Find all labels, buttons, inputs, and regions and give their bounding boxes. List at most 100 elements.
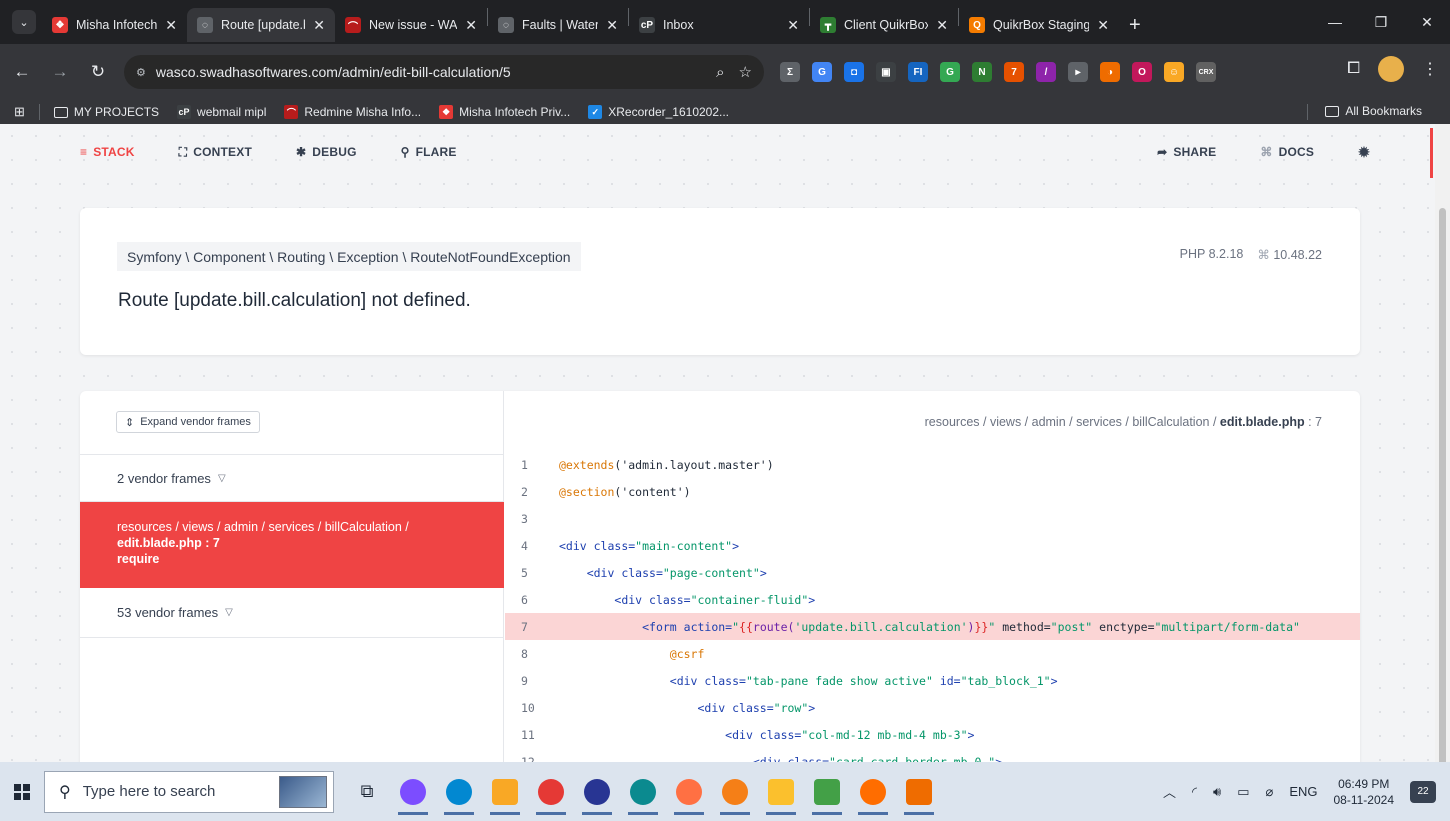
tab-search-button[interactable]: ⌄	[12, 10, 36, 34]
taskbar-app-eclipse[interactable]	[574, 762, 620, 821]
line-number: 3	[521, 511, 528, 526]
taskbar-app-chrome-canary[interactable]	[712, 762, 758, 821]
taskbar-app-task-view[interactable]: ⧉	[344, 762, 390, 821]
back-icon[interactable]: ←	[6, 56, 38, 88]
browser-tab[interactable]: ❖ Misha Infotech P ✕	[42, 8, 187, 42]
taskbar-app-copilot[interactable]	[390, 762, 436, 821]
taskbar-app-file-explorer[interactable]	[482, 762, 528, 821]
nav-flare[interactable]: ⚲ FLARE	[401, 145, 457, 159]
bookmark-star-icon[interactable]: ☆	[739, 63, 752, 81]
taskbar-app-postman[interactable]	[850, 762, 896, 821]
extension-icon[interactable]: CRX	[1196, 62, 1216, 82]
search-highlight-image[interactable]	[279, 775, 327, 808]
extension-icon[interactable]: Σ	[780, 62, 800, 82]
extension-icon[interactable]: ▣	[876, 62, 896, 82]
all-bookmarks-button[interactable]: All Bookmarks	[1325, 104, 1422, 118]
browser-tab[interactable]: cP Inbox ✕	[629, 8, 809, 42]
code-token: ('content')	[614, 484, 691, 499]
tab-close-icon[interactable]: ✕	[787, 17, 799, 34]
tab-close-icon[interactable]: ✕	[606, 17, 618, 34]
active-frame[interactable]: resources / views / admin / services / b…	[80, 502, 504, 588]
tab-close-icon[interactable]: ✕	[313, 17, 325, 34]
site-info-icon[interactable]: ⚙	[136, 66, 146, 79]
chevron-up-icon[interactable]: ︿	[1163, 782, 1176, 801]
taskbar-app-notepad[interactable]	[804, 762, 850, 821]
taskbar-app-chrome[interactable]	[528, 762, 574, 821]
extension-icon[interactable]: O	[1132, 62, 1152, 82]
browser-tab[interactable]: ◌ Route [update.b ✕	[187, 8, 335, 42]
pen-icon[interactable]: ⌀	[1266, 784, 1274, 800]
browser-tab[interactable]: Q QuikrBox Staging ✕	[959, 8, 1119, 42]
page-scrollbar[interactable]	[1435, 124, 1450, 762]
bookmark-favicon-icon: ❖	[439, 105, 454, 119]
battery-icon[interactable]: ▭	[1237, 784, 1249, 800]
taskbar-search[interactable]: ⚲ Type here to search	[44, 770, 334, 813]
extension-icon[interactable]: /	[1036, 62, 1056, 82]
extension-icon[interactable]: ◑	[1100, 62, 1120, 82]
tab-close-icon[interactable]: ✕	[1097, 17, 1109, 34]
nav-debug[interactable]: ✱ DEBUG	[296, 145, 357, 159]
extension-icon[interactable]: G	[812, 62, 832, 82]
taskbar-app-xampp[interactable]	[758, 762, 804, 821]
frame-list: ⇕ Expand vendor frames 2 vendor frames ▽…	[80, 391, 504, 762]
code-token: "multipart/form-data"	[1154, 619, 1300, 634]
laravel-icon: ⌘	[1257, 248, 1270, 262]
extension-icon[interactable]: ◘	[844, 62, 864, 82]
extension-icon[interactable]: N	[972, 62, 992, 82]
new-tab-button[interactable]: +	[1129, 14, 1141, 37]
extensions-puzzle-icon[interactable]: ⧠	[1347, 60, 1360, 78]
bookmark-item[interactable]: ✓ XRecorder_1610202...	[588, 105, 729, 119]
profile-avatar[interactable]	[1378, 56, 1404, 82]
browser-tab[interactable]: ◌ Faults | Water ar ✕	[488, 8, 628, 42]
close-window-icon[interactable]: ✕	[1404, 0, 1450, 44]
bookmark-item[interactable]: MY PROJECTS	[53, 105, 159, 119]
taskbar-app-skype-2[interactable]	[896, 762, 942, 821]
bookmark-item[interactable]: cP webmail mipl	[177, 105, 266, 119]
clock[interactable]: 06:49 PM 08-11-2024	[1334, 776, 1395, 808]
extension-icon[interactable]: ☺	[1164, 62, 1184, 82]
notification-center[interactable]: 22	[1410, 780, 1436, 803]
minimize-icon[interactable]: —	[1312, 0, 1358, 44]
tab-close-icon[interactable]: ✕	[165, 17, 177, 34]
address-bar[interactable]: ⚙ wasco.swadhasoftwares.com/admin/edit-b…	[124, 55, 764, 89]
taskbar-app-edge[interactable]	[620, 762, 666, 821]
volume-icon[interactable]: 🔊︎	[1213, 784, 1221, 800]
browser-tab[interactable]: ┳ Client QuikrBox ✕	[810, 8, 958, 42]
wifi-icon[interactable]: ◜	[1192, 784, 1197, 800]
vendor-frames-toggle-top[interactable]: 2 vendor frames ▽	[80, 454, 504, 502]
code-file-path[interactable]: resources / views / admin / services / b…	[925, 415, 1322, 429]
taskbar-app-skype-1[interactable]	[436, 762, 482, 821]
bookmark-item[interactable]: ❖ Misha Infotech Priv...	[439, 105, 570, 119]
start-button[interactable]	[0, 762, 44, 821]
forward-icon[interactable]: →	[44, 56, 76, 88]
nav-context[interactable]: ⛶ CONTEXT	[179, 145, 252, 160]
apps-grid-icon[interactable]: ⊞	[14, 104, 25, 120]
code-token: "col-md-12 mb-md-4 mb-3"	[801, 727, 968, 742]
zoom-icon[interactable]: ⌕	[716, 64, 724, 81]
extension-icon[interactable]: FI	[908, 62, 928, 82]
settings-gear-icon[interactable]: ✹	[1358, 144, 1370, 161]
language-indicator[interactable]: ENG	[1289, 784, 1317, 799]
tab-close-icon[interactable]: ✕	[465, 17, 477, 34]
menu-kebab-icon[interactable]: ⋮	[1422, 59, 1438, 79]
code-token: <div	[586, 565, 622, 580]
nav-docs[interactable]: ⌘ DOCS	[1260, 145, 1314, 159]
tab-favicon-icon: ◌	[197, 17, 213, 33]
extension-icon[interactable]: ▸	[1068, 62, 1088, 82]
tab-close-icon[interactable]: ✕	[936, 17, 948, 34]
bookmark-item[interactable]: ⌒ Redmine Misha Info...	[284, 105, 421, 119]
vendor-frames-toggle-bottom[interactable]: 53 vendor frames ▽	[80, 588, 504, 638]
expand-vendor-frames-button[interactable]: ⇕ Expand vendor frames	[116, 411, 260, 433]
bookmark-divider	[1307, 104, 1308, 120]
line-source: <div class="row">	[559, 701, 815, 715]
browser-tab[interactable]: ⌒ New issue - WA ✕	[335, 8, 487, 42]
restore-icon[interactable]: ❐	[1358, 0, 1404, 44]
scrollbar-thumb[interactable]	[1439, 208, 1446, 762]
address-url[interactable]: wasco.swadhasoftwares.com/admin/edit-bil…	[156, 64, 702, 80]
extension-icon[interactable]: G	[940, 62, 960, 82]
nav-stack[interactable]: ≡ STACK	[80, 145, 135, 159]
taskbar-app-firefox[interactable]	[666, 762, 712, 821]
extension-icon[interactable]: 7	[1004, 62, 1024, 82]
nav-share[interactable]: ➦ SHARE	[1157, 145, 1216, 159]
reload-icon[interactable]: ↻	[82, 56, 114, 88]
